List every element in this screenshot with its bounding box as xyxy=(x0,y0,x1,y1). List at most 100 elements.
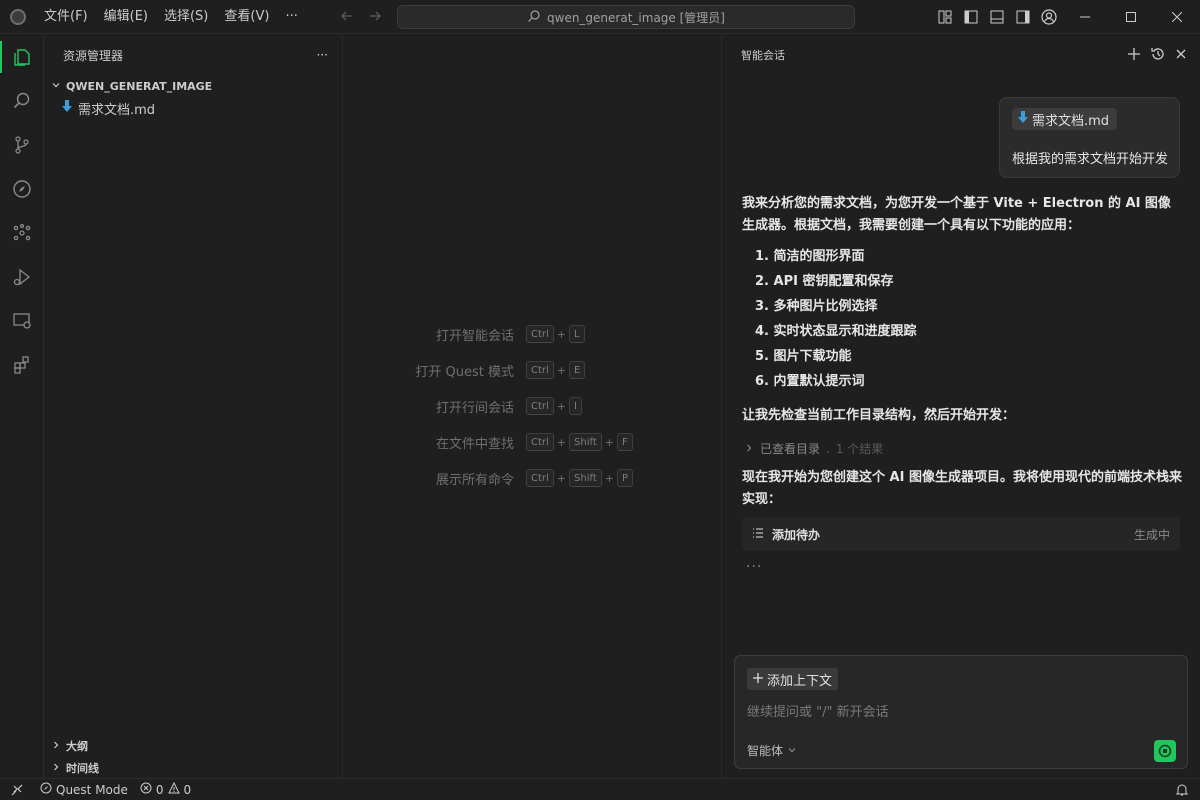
extensions-icon[interactable] xyxy=(0,343,44,387)
quest-mode-label: Quest Mode xyxy=(56,782,128,797)
shortcut-row[interactable]: 打开 Quest 模式 Ctrl + E xyxy=(344,359,721,381)
toggle-secondary-sidebar-icon[interactable] xyxy=(1010,0,1036,34)
nav-arrows xyxy=(340,0,382,34)
key: I xyxy=(569,397,582,415)
compass-icon xyxy=(40,782,52,797)
forward-arrow-icon[interactable] xyxy=(368,8,382,27)
agent-mode-select[interactable]: 智能体 xyxy=(747,742,797,759)
chat-input-box: 添加上下文 智能体 xyxy=(734,655,1188,769)
extensions-graph-icon[interactable] xyxy=(0,211,44,255)
add-context-label: 添加上下文 xyxy=(767,673,833,689)
key: Ctrl xyxy=(526,469,554,487)
toggle-panel-icon[interactable] xyxy=(984,0,1010,34)
feature-item: 5. 图片下载功能 xyxy=(755,349,852,364)
shortcut-keys: Ctrl + E xyxy=(526,361,586,379)
workspace-folder[interactable]: QWEN_GENERAT_IMAGE xyxy=(44,75,342,97)
todo-label: 添加待办 xyxy=(772,527,821,542)
outline-section-label: 大纲 xyxy=(66,740,88,753)
remote-explorer-icon[interactable] xyxy=(0,299,44,343)
shortcut-label: 打开智能会话 xyxy=(435,328,514,344)
timeline-section-label: 时间线 xyxy=(66,762,99,775)
error-icon xyxy=(140,782,152,797)
run-debug-icon[interactable] xyxy=(0,255,44,299)
menu-more[interactable]: ··· xyxy=(277,0,305,34)
attached-file-chip[interactable]: 需求文档.md xyxy=(1012,108,1118,130)
explorer-icon[interactable] xyxy=(0,35,44,79)
menu-edit[interactable]: 编辑(E) xyxy=(96,0,156,34)
key: Ctrl xyxy=(526,433,554,451)
user-message-text: 根据我的需求文档开始开发 xyxy=(1012,152,1169,167)
key: E xyxy=(569,361,586,379)
search-icon xyxy=(527,9,541,26)
source-control-icon[interactable] xyxy=(0,123,44,167)
markdown-file-icon xyxy=(62,100,72,116)
activity-bar xyxy=(0,35,44,778)
outline-section[interactable]: 大纲 xyxy=(44,735,343,757)
compass-icon[interactable] xyxy=(0,167,44,211)
account-icon[interactable] xyxy=(1036,0,1062,34)
feature-item: 1. 简洁的图形界面 xyxy=(755,249,865,264)
search-view-icon[interactable] xyxy=(0,79,44,123)
close-window-icon[interactable] xyxy=(1154,0,1200,34)
assistant-reply-intro: 我来分析您的需求文档，为您开发一个基于 Vite + Electron 的 AI… xyxy=(742,196,1171,233)
shortcut-row[interactable]: 展示所有命令 Ctrl + Shift + P xyxy=(344,467,721,489)
timeline-section[interactable]: 时间线 xyxy=(44,757,343,779)
error-count: 0 xyxy=(155,782,164,797)
menu-file[interactable]: 文件(F) xyxy=(36,0,96,34)
shortcut-row[interactable]: 在文件中查找 Ctrl + Shift + F xyxy=(344,431,721,453)
minimize-icon[interactable] xyxy=(1062,0,1108,34)
file-item[interactable]: 需求文档.md xyxy=(44,97,342,119)
stop-icon xyxy=(1158,744,1172,758)
assistant-plan-text: 现在我开始为您创建这个 AI 图像生成器项目。我将使用现代的前端技术栈来实现： xyxy=(742,470,1182,507)
tool-call-viewed-directory[interactable]: 已查看目录 . 1 个结果 xyxy=(744,440,883,457)
new-chat-icon[interactable] xyxy=(1126,46,1142,65)
key: Shift xyxy=(569,469,602,487)
chat-header: 智能会话 xyxy=(722,35,1200,75)
todo-card[interactable]: 添加待办 生成中 xyxy=(742,517,1180,551)
history-icon[interactable] xyxy=(1150,46,1166,65)
chat-panel: 智能会话 需求文档.md 根据我的需求文档开始开发 我来分析您的需求文档，为您开… xyxy=(721,35,1200,778)
close-panel-icon[interactable] xyxy=(1174,47,1188,64)
sidebar-header: 资源管理器 ··· xyxy=(44,35,342,75)
layout-customize-icon[interactable] xyxy=(932,0,958,34)
key: Shift xyxy=(569,433,602,451)
key: P xyxy=(616,469,633,487)
menu-bar: 文件(F) 编辑(E) 选择(S) 查看(V) ··· xyxy=(36,0,306,34)
shortcut-keys: Ctrl + I xyxy=(526,397,582,415)
title-bar: 文件(F) 编辑(E) 选择(S) 查看(V) ··· qwen_generat… xyxy=(0,0,1200,34)
chat-input[interactable] xyxy=(747,702,1167,722)
shortcut-keys: Ctrl + Shift + F xyxy=(526,433,633,451)
shortcut-label: 展示所有命令 xyxy=(435,472,514,488)
command-center-search[interactable]: qwen_generat_image [管理员] xyxy=(397,5,855,29)
sidebar-title: 资源管理器 xyxy=(63,48,124,63)
warning-icon xyxy=(167,781,180,797)
toggle-primary-sidebar-icon[interactable] xyxy=(958,0,984,34)
status-bar: Quest Mode 0 0 xyxy=(0,778,1200,800)
menu-select[interactable]: 选择(S) xyxy=(156,0,216,34)
plus-icon xyxy=(753,672,763,687)
tool-call-label: 已查看目录 xyxy=(760,442,821,456)
shortcut-row[interactable]: 打开行间会话 Ctrl + I xyxy=(344,395,721,417)
back-arrow-icon[interactable] xyxy=(340,8,354,27)
loading-indicator: ··· xyxy=(746,559,763,575)
checklist-icon xyxy=(752,527,764,542)
shortcut-keys: Ctrl + Shift + P xyxy=(526,469,633,487)
tool-call-result: 1 个结果 xyxy=(835,442,884,456)
notifications-bell-icon[interactable] xyxy=(1170,779,1200,800)
problems-status[interactable]: 0 0 xyxy=(134,779,197,800)
quest-mode-status[interactable]: Quest Mode xyxy=(34,779,134,800)
tool-call-separator: . xyxy=(826,441,830,456)
markdown-file-icon xyxy=(1018,111,1028,127)
key: L xyxy=(569,325,585,343)
user-message: 需求文档.md 根据我的需求文档开始开发 xyxy=(999,97,1180,178)
shortcut-row[interactable]: 打开智能会话 Ctrl + L xyxy=(344,323,721,345)
chevron-right-icon xyxy=(50,761,62,776)
remote-indicator-icon[interactable] xyxy=(0,779,34,800)
sidebar-more-button[interactable]: ··· xyxy=(317,48,328,62)
maximize-icon[interactable] xyxy=(1108,0,1154,34)
menu-view[interactable]: 查看(V) xyxy=(216,0,277,34)
agent-mode-label: 智能体 xyxy=(747,744,784,758)
send-stop-button[interactable] xyxy=(1154,740,1176,762)
chevron-down-icon xyxy=(787,744,797,758)
add-context-button[interactable]: 添加上下文 xyxy=(747,668,839,690)
